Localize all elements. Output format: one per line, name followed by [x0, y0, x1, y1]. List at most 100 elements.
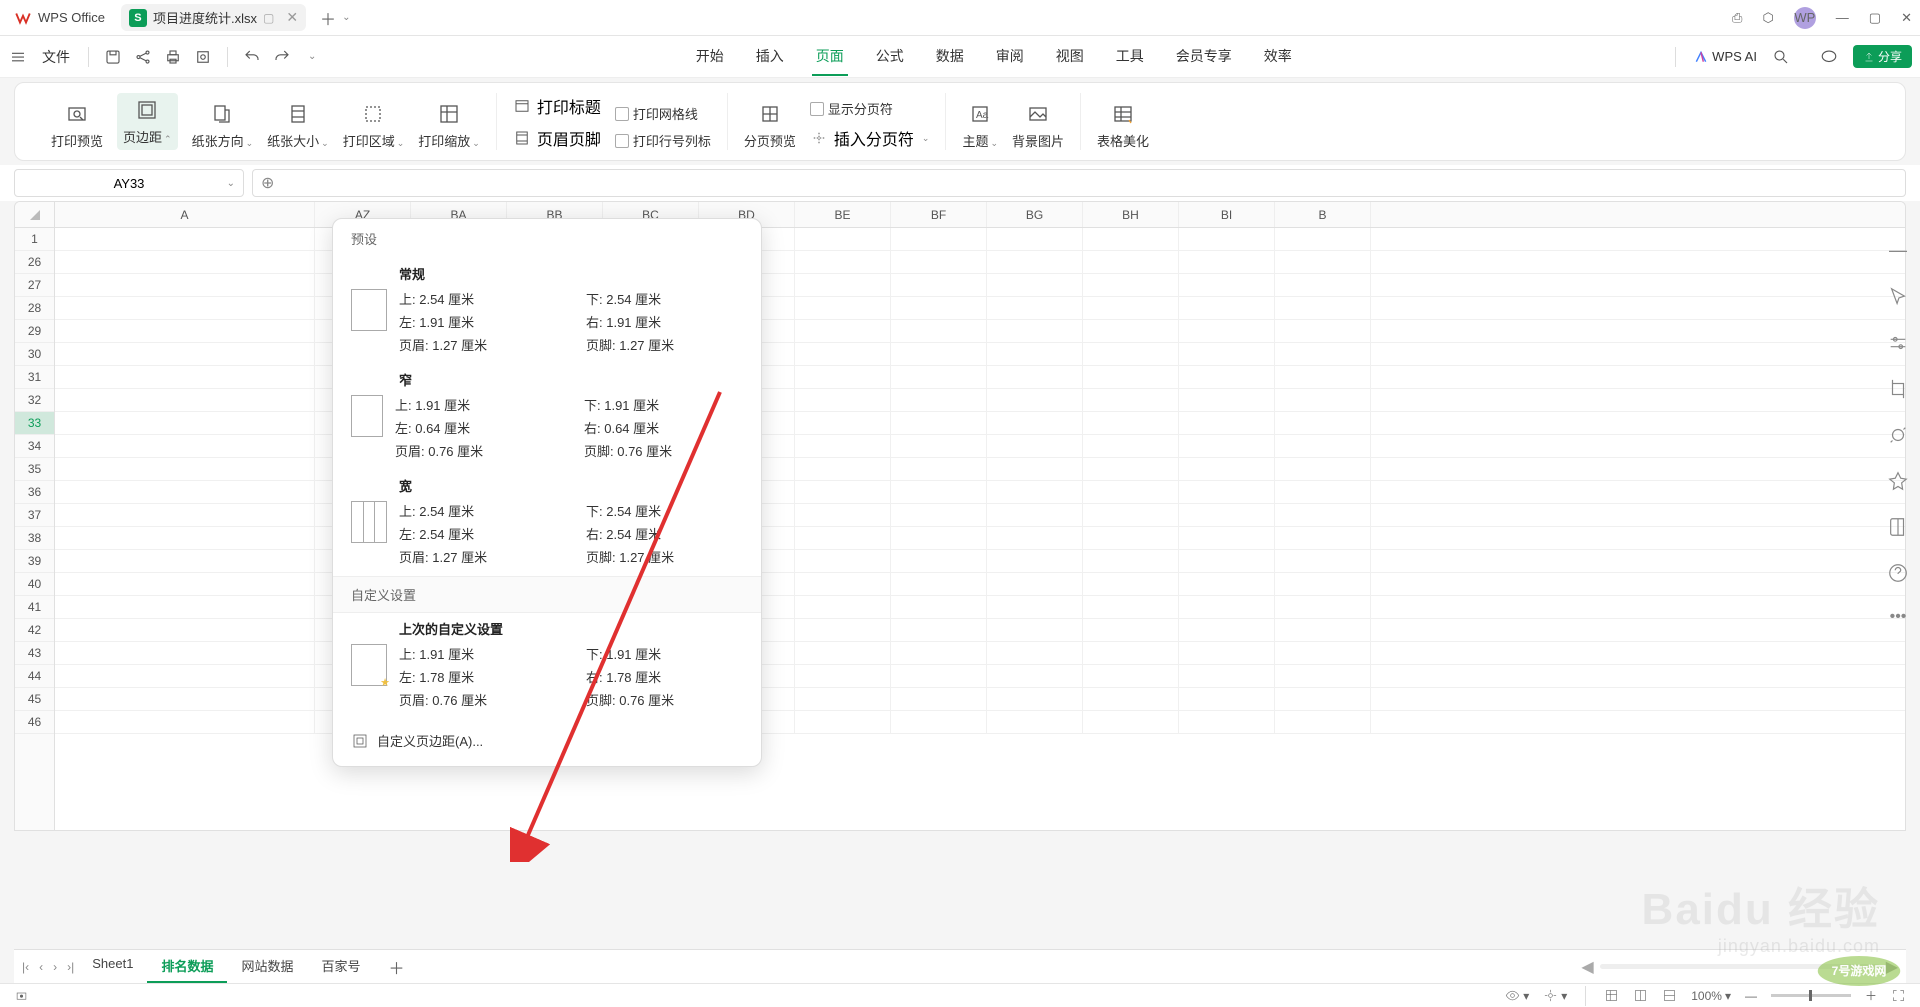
cell[interactable]: [1083, 343, 1179, 365]
orientation-button[interactable]: 纸张方向⌄: [192, 101, 254, 150]
cell[interactable]: [55, 665, 315, 687]
table-beautify-button[interactable]: 表格美化: [1097, 101, 1149, 150]
cell[interactable]: [987, 435, 1083, 457]
column-header[interactable]: BE: [795, 202, 891, 227]
view-normal[interactable]: [1604, 988, 1619, 1003]
cell[interactable]: [891, 527, 987, 549]
formula-input[interactable]: ⊕: [252, 169, 1906, 197]
menu-视图[interactable]: 视图: [1052, 38, 1088, 76]
cell[interactable]: [55, 412, 315, 434]
cell[interactable]: [55, 619, 315, 641]
cell[interactable]: [1275, 550, 1371, 572]
cell[interactable]: [987, 665, 1083, 687]
cell[interactable]: [1083, 619, 1179, 641]
cell[interactable]: [891, 412, 987, 434]
column-header[interactable]: BI: [1179, 202, 1275, 227]
cell[interactable]: [55, 642, 315, 664]
menu-页面[interactable]: 页面: [812, 38, 848, 76]
sheet-tab[interactable]: Sheet1: [78, 950, 147, 983]
zoom-level[interactable]: 100%▾: [1691, 989, 1731, 1003]
tab-maximize-icon[interactable]: ▢: [263, 11, 274, 25]
cell[interactable]: [1179, 504, 1275, 526]
cell[interactable]: [55, 274, 315, 296]
cell[interactable]: [1179, 251, 1275, 273]
column-header[interactable]: B: [1275, 202, 1371, 227]
cell[interactable]: [1179, 297, 1275, 319]
cell[interactable]: [1179, 619, 1275, 641]
cell[interactable]: [1275, 343, 1371, 365]
scroll-left[interactable]: ◀: [1581, 957, 1593, 977]
window-maximize[interactable]: ▢: [1869, 10, 1881, 26]
cell[interactable]: [987, 228, 1083, 250]
custom-margins-link[interactable]: 自定义页边距(A)...: [333, 719, 761, 762]
redo-icon[interactable]: [272, 47, 292, 67]
cell[interactable]: [55, 320, 315, 342]
cell[interactable]: [1083, 320, 1179, 342]
view-break[interactable]: [1662, 988, 1677, 1003]
cell[interactable]: [1083, 642, 1179, 664]
eye-icon[interactable]: ▾: [1505, 988, 1529, 1003]
menu-会员专享[interactable]: 会员专享: [1172, 38, 1236, 76]
cell[interactable]: [891, 711, 987, 733]
sheet-nav-prev[interactable]: ‹: [39, 960, 43, 974]
cell[interactable]: [795, 481, 891, 503]
cell[interactable]: [987, 573, 1083, 595]
search-icon[interactable]: [1771, 47, 1791, 67]
cell[interactable]: [891, 619, 987, 641]
row-header[interactable]: 42: [15, 619, 54, 642]
cell[interactable]: [55, 366, 315, 388]
cell[interactable]: [987, 412, 1083, 434]
cell[interactable]: [1179, 343, 1275, 365]
column-header[interactable]: BH: [1083, 202, 1179, 227]
cell[interactable]: [1083, 688, 1179, 710]
print-icon[interactable]: [163, 47, 183, 67]
cell[interactable]: [1275, 504, 1371, 526]
cursor-icon[interactable]: [1887, 286, 1909, 308]
cell[interactable]: [1179, 642, 1275, 664]
cell[interactable]: [891, 458, 987, 480]
cell[interactable]: [1275, 481, 1371, 503]
sparkle-icon[interactable]: [1887, 424, 1909, 446]
row-header[interactable]: 32: [15, 389, 54, 412]
book-icon[interactable]: [1887, 516, 1909, 538]
file-menu[interactable]: 文件: [38, 39, 74, 75]
cell[interactable]: [891, 665, 987, 687]
cell[interactable]: [1179, 274, 1275, 296]
sheet-tab[interactable]: 网站数据: [227, 950, 307, 983]
column-header[interactable]: A: [55, 202, 315, 227]
row-header[interactable]: 27: [15, 274, 54, 297]
cell[interactable]: [1083, 228, 1179, 250]
window-minimize[interactable]: —: [1836, 10, 1849, 25]
zoom-slider[interactable]: [1771, 994, 1851, 997]
cell[interactable]: [987, 504, 1083, 526]
cell[interactable]: [1275, 596, 1371, 618]
show-breaks-checkbox[interactable]: 显示分页符: [810, 99, 930, 118]
cell[interactable]: [987, 389, 1083, 411]
cell[interactable]: [1083, 665, 1179, 687]
cell[interactable]: [1275, 297, 1371, 319]
cell[interactable]: [55, 343, 315, 365]
cell[interactable]: [1083, 596, 1179, 618]
cell[interactable]: [891, 389, 987, 411]
cell[interactable]: [1179, 665, 1275, 687]
cell[interactable]: [891, 550, 987, 572]
cell[interactable]: [1275, 527, 1371, 549]
fullscreen-icon[interactable]: [1891, 988, 1906, 1003]
focus-icon[interactable]: ▾: [1543, 988, 1567, 1003]
header-footer-button[interactable]: 页眉页脚: [513, 126, 601, 150]
cell[interactable]: [1179, 688, 1275, 710]
print-titles-button[interactable]: 打印标题: [513, 94, 601, 118]
cell[interactable]: [1275, 389, 1371, 411]
cell[interactable]: [795, 711, 891, 733]
row-header[interactable]: 28: [15, 297, 54, 320]
chevron-down-icon[interactable]: ⌄: [227, 178, 235, 189]
cell[interactable]: [1275, 251, 1371, 273]
cell[interactable]: [1275, 619, 1371, 641]
collapse-icon[interactable]: —: [1887, 240, 1909, 262]
cell[interactable]: [1083, 550, 1179, 572]
window-close[interactable]: ✕: [1901, 10, 1912, 26]
margins-button[interactable]: 页边距⌃: [117, 93, 178, 150]
cell[interactable]: [1179, 435, 1275, 457]
paper-size-button[interactable]: 纸张大小⌄: [267, 101, 329, 150]
cell[interactable]: [795, 619, 891, 641]
